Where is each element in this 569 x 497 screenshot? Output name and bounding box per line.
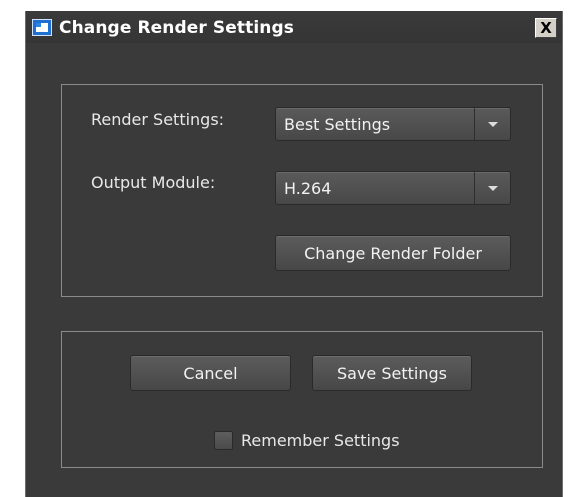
render-settings-label: Render Settings:	[91, 110, 225, 129]
save-settings-button[interactable]: Save Settings	[312, 355, 472, 391]
cancel-button[interactable]: Cancel	[130, 355, 291, 391]
change-render-folder-button[interactable]: Change Render Folder	[275, 235, 511, 271]
close-icon: X	[540, 18, 552, 37]
render-settings-dropdown[interactable]: Best Settings	[275, 107, 511, 141]
output-module-value: H.264	[284, 179, 332, 198]
window-title: Change Render Settings	[59, 18, 294, 38]
render-settings-value: Best Settings	[284, 115, 391, 134]
app-window-icon	[32, 19, 52, 36]
output-module-dropdown[interactable]: H.264	[275, 171, 511, 205]
remember-settings-checkbox[interactable]	[214, 431, 233, 450]
chevron-down-icon[interactable]	[474, 172, 510, 204]
dialog-window: Change Render Settings X Render Settings…	[25, 11, 563, 497]
remember-settings-label[interactable]: Remember Settings	[241, 431, 400, 450]
chevron-down-icon[interactable]	[474, 108, 510, 140]
close-button[interactable]: X	[535, 18, 557, 38]
title-bar[interactable]: Change Render Settings X	[26, 11, 562, 43]
output-module-label: Output Module:	[91, 173, 216, 192]
